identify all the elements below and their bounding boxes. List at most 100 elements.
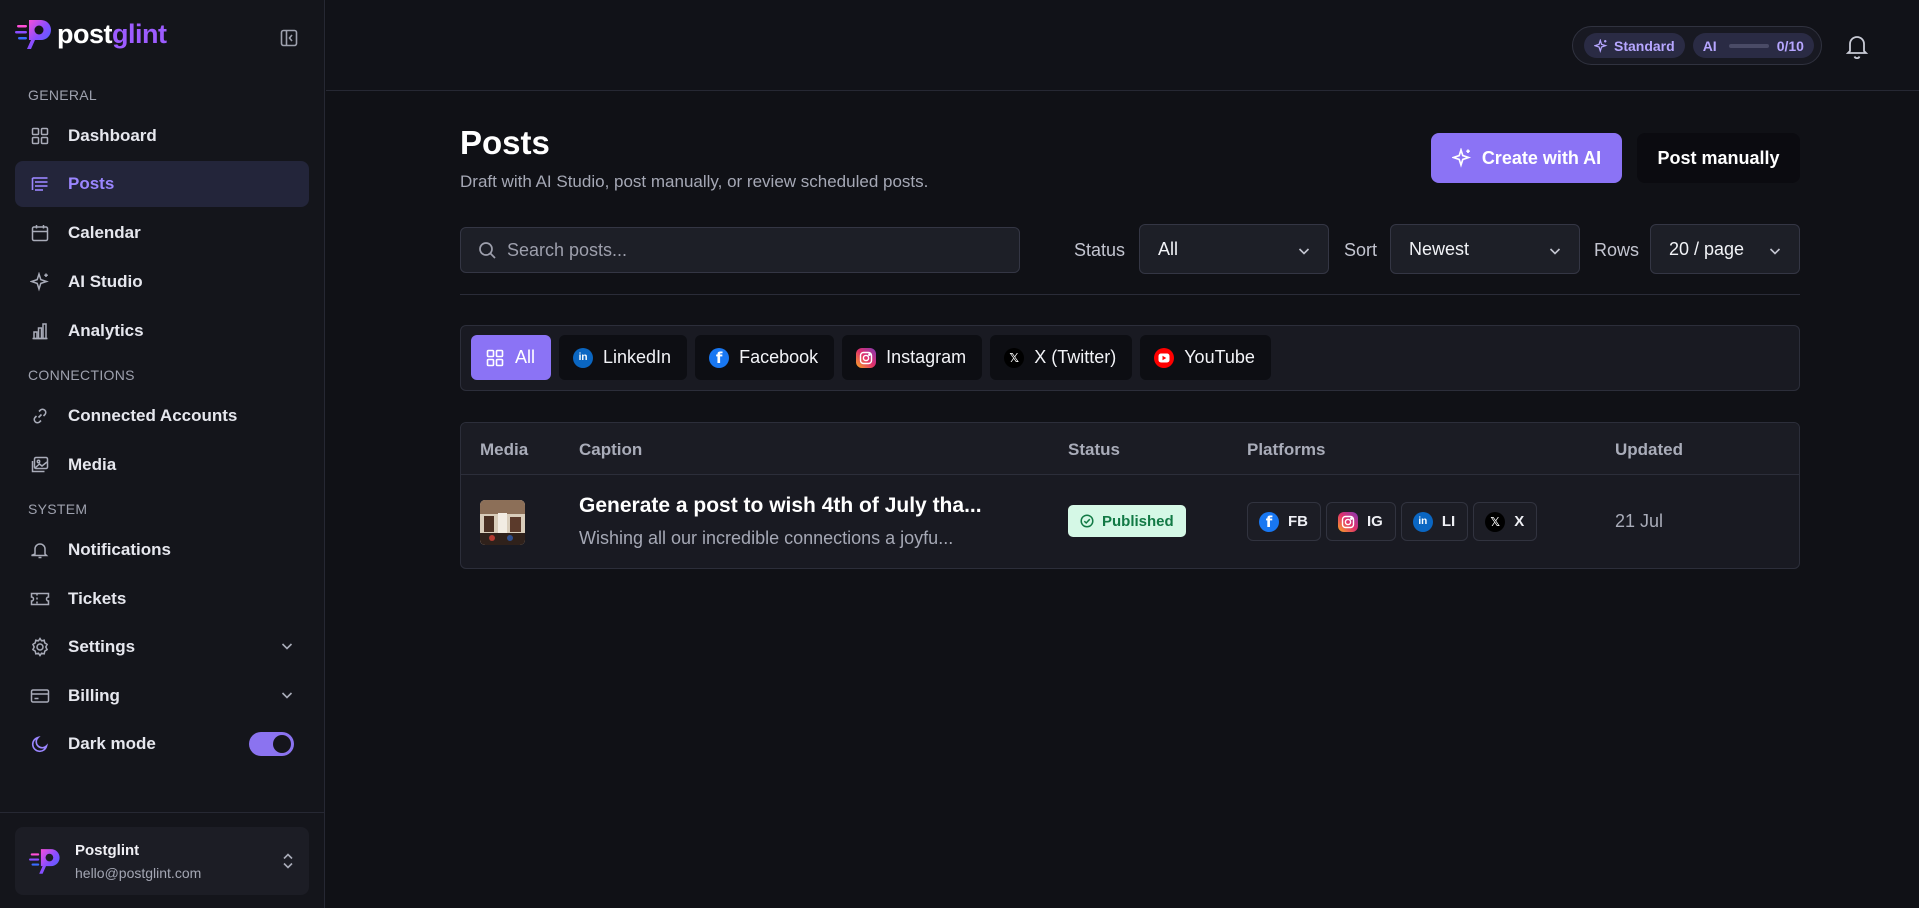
sidebar-item-posts[interactable]: Posts bbox=[15, 161, 309, 207]
column-header-status: Status bbox=[1068, 440, 1120, 459]
gear-icon bbox=[30, 637, 50, 657]
search-input[interactable] bbox=[507, 239, 1007, 261]
chevron-down-icon bbox=[1767, 243, 1783, 264]
tab-label: Instagram bbox=[886, 347, 967, 367]
link-icon bbox=[30, 406, 50, 426]
divider bbox=[460, 294, 1800, 295]
account-switcher[interactable]: Postglint hello@postglint.com bbox=[15, 827, 309, 895]
brand-logo[interactable]: postglint bbox=[15, 16, 167, 52]
sidebar-item-billing[interactable]: Billing bbox=[15, 673, 309, 719]
column-header-caption: Caption bbox=[579, 440, 643, 459]
chevron-down-icon bbox=[279, 687, 295, 708]
rows-filter-label: Rows bbox=[1594, 240, 1640, 260]
sidebar-item-label: AI Studio bbox=[68, 272, 143, 291]
tab-label: YouTube bbox=[1184, 347, 1255, 367]
collapse-sidebar-button[interactable] bbox=[278, 27, 300, 49]
sparkle-icon bbox=[1594, 38, 1608, 53]
status-badge-label: Published bbox=[1102, 512, 1174, 530]
section-label-connections: CONNECTIONS bbox=[28, 367, 135, 383]
facebook-icon: f bbox=[709, 347, 730, 368]
moon-icon bbox=[30, 734, 50, 754]
page-subtitle: Draft with AI Studio, post manually, or … bbox=[460, 172, 929, 191]
brand-name: postglint bbox=[57, 18, 167, 49]
notifications-button[interactable] bbox=[1845, 33, 1869, 64]
tab-youtube[interactable]: YouTube bbox=[1140, 335, 1271, 380]
rows-per-page-select[interactable]: 20 / page bbox=[1650, 224, 1800, 274]
status-select-value: All bbox=[1158, 238, 1179, 259]
platform-chip-instagram: IG bbox=[1326, 502, 1396, 541]
check-circle-icon bbox=[1080, 514, 1094, 528]
tab-label: All bbox=[515, 347, 536, 367]
bell-icon bbox=[30, 540, 50, 560]
post-updated-date: 21 Jul bbox=[1615, 511, 1664, 531]
bar-chart-icon bbox=[30, 321, 50, 341]
ticket-icon bbox=[30, 589, 50, 609]
sidebar-item-notifications[interactable]: Notifications bbox=[15, 527, 309, 573]
sort-select-value: Newest bbox=[1409, 238, 1470, 259]
post-media-thumbnail[interactable] bbox=[480, 500, 525, 545]
account-name: Postglint bbox=[75, 841, 140, 859]
tab-facebook[interactable]: f Facebook bbox=[695, 335, 835, 380]
platform-chip-x: 𝕏 X bbox=[1473, 502, 1538, 541]
create-with-ai-button[interactable]: Create with AI bbox=[1431, 133, 1622, 183]
linkedin-icon: in bbox=[1412, 511, 1433, 532]
sidebar-item-label: Notifications bbox=[68, 540, 171, 559]
grid-icon bbox=[30, 126, 50, 146]
sidebar-item-label: Analytics bbox=[68, 321, 144, 340]
chevron-down-icon bbox=[1296, 243, 1312, 264]
plan-usage-pill: Standard AI 0/10 bbox=[1572, 26, 1822, 65]
platform-chip-label: LI bbox=[1441, 513, 1456, 530]
search-box bbox=[460, 227, 1020, 273]
sidebar-item-label: Dashboard bbox=[68, 126, 157, 145]
ai-label: AI bbox=[1702, 37, 1717, 54]
plan-badge[interactable]: Standard bbox=[1584, 33, 1685, 58]
postglint-logo-icon bbox=[15, 20, 51, 49]
calendar-icon bbox=[30, 223, 50, 243]
tab-x-twitter[interactable]: 𝕏 X (Twitter) bbox=[990, 335, 1133, 380]
table-row[interactable]: Generate a post to wish 4th of July tha.… bbox=[461, 475, 1799, 568]
post-manually-button[interactable]: Post manually bbox=[1637, 133, 1800, 183]
tab-label: LinkedIn bbox=[603, 347, 672, 367]
status-badge: Published bbox=[1068, 505, 1186, 537]
sidebar-item-ai-studio[interactable]: AI Studio bbox=[15, 259, 309, 305]
postglint-avatar-icon bbox=[29, 849, 60, 874]
tab-linkedin[interactable]: in LinkedIn bbox=[559, 335, 688, 380]
column-header-updated: Updated bbox=[1615, 440, 1683, 459]
plan-name: Standard bbox=[1614, 37, 1675, 54]
tab-instagram[interactable]: Instagram bbox=[842, 335, 983, 380]
platform-chip-label: X bbox=[1514, 513, 1525, 530]
sidebar-item-settings[interactable]: Settings bbox=[15, 624, 309, 670]
sidebar-item-label: Media bbox=[68, 455, 117, 474]
sort-filter-label: Sort bbox=[1344, 240, 1378, 260]
sidebar-item-dashboard[interactable]: Dashboard bbox=[15, 113, 309, 159]
sort-select[interactable]: Newest bbox=[1390, 224, 1580, 274]
sidebar-item-media[interactable]: Media bbox=[15, 442, 309, 488]
status-select[interactable]: All bbox=[1139, 224, 1329, 274]
create-with-ai-label: Create with AI bbox=[1481, 147, 1602, 168]
ai-usage-meter: AI 0/10 bbox=[1692, 33, 1814, 58]
sidebar-item-tickets[interactable]: Tickets bbox=[15, 576, 309, 622]
ai-usage-count: 0/10 bbox=[1776, 37, 1804, 54]
sidebar-item-dark-mode: Dark mode bbox=[15, 721, 309, 767]
toggle-knob bbox=[273, 735, 291, 753]
post-platforms: f FB IG in LI 𝕏 X bbox=[1247, 502, 1542, 541]
sidebar-item-connected-accounts[interactable]: Connected Accounts bbox=[15, 393, 309, 439]
platform-chip-label: FB bbox=[1288, 513, 1308, 530]
bell-icon bbox=[1845, 36, 1869, 60]
status-filter-label: Status bbox=[1074, 240, 1126, 260]
facebook-icon: f bbox=[1259, 511, 1279, 532]
post-caption-text: Wishing all our incredible connections a… bbox=[579, 528, 954, 548]
sidebar-item-analytics[interactable]: Analytics bbox=[15, 308, 309, 354]
tab-all[interactable]: All bbox=[471, 335, 552, 380]
image-icon bbox=[30, 455, 50, 475]
post-caption-title: Generate a post to wish 4th of July tha.… bbox=[579, 494, 982, 517]
sidebar-item-calendar[interactable]: Calendar bbox=[15, 210, 309, 256]
dark-mode-toggle[interactable] bbox=[249, 732, 294, 756]
chevron-up-down-icon bbox=[281, 852, 295, 875]
instagram-icon bbox=[1338, 511, 1358, 532]
sparkle-icon bbox=[30, 272, 50, 292]
linkedin-icon: in bbox=[573, 347, 594, 368]
column-header-platforms: Platforms bbox=[1247, 440, 1326, 459]
media-thumbnail-image bbox=[480, 500, 525, 545]
table-header: Media Caption Status Platforms Updated bbox=[461, 423, 1799, 475]
